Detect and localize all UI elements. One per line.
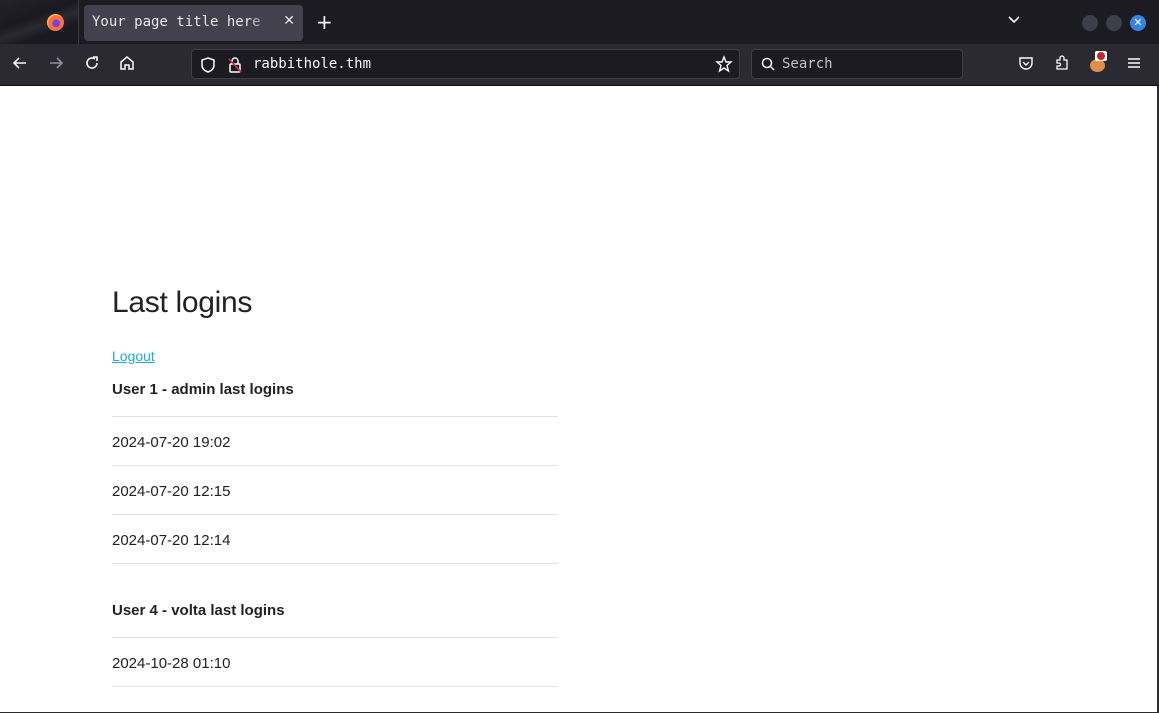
plus-icon[interactable]: + bbox=[316, 10, 333, 34]
shield-icon[interactable] bbox=[200, 56, 216, 79]
login-row: 2024-10-28 01:10 bbox=[112, 638, 558, 687]
login-row: 2024-07-20 12:14 bbox=[112, 515, 558, 564]
menu-icon[interactable] bbox=[1124, 54, 1144, 74]
chevron-down-icon[interactable] bbox=[1007, 12, 1021, 28]
bookmark-star-icon[interactable] bbox=[715, 55, 733, 78]
user-login-section: User 4 - volta last logins 2024-10-28 01… bbox=[112, 590, 558, 687]
url-bar[interactable]: rabbithole.thm bbox=[191, 49, 740, 79]
user-login-section: User 1 - admin last logins 2024-07-20 19… bbox=[112, 369, 558, 564]
home-icon[interactable] bbox=[117, 54, 137, 74]
minimize-button[interactable] bbox=[1082, 15, 1098, 31]
extensions-icon[interactable] bbox=[1052, 54, 1072, 74]
page-viewport: Last logins Logout User 1 - admin last l… bbox=[0, 86, 1159, 713]
url-text[interactable]: rabbithole.thm bbox=[253, 56, 371, 72]
arrow-left-icon[interactable] bbox=[10, 54, 30, 74]
insecure-lock-icon[interactable] bbox=[227, 56, 243, 79]
search-icon bbox=[760, 56, 776, 77]
logout-link[interactable]: Logout bbox=[112, 348, 155, 364]
user-heading: User 1 - admin last logins bbox=[112, 369, 558, 417]
tab-active[interactable]: Your page title here ✕ bbox=[84, 5, 303, 41]
firefox-logo-icon[interactable] bbox=[47, 14, 64, 31]
tab-strip: Your page title here ✕ + ✕ bbox=[0, 0, 1159, 44]
window-close-button[interactable]: ✕ bbox=[1130, 15, 1146, 31]
tabbar-decoration bbox=[0, 0, 79, 44]
user-heading: User 4 - volta last logins bbox=[112, 590, 558, 638]
search-input[interactable]: Search bbox=[782, 56, 833, 72]
reload-icon[interactable] bbox=[82, 54, 102, 74]
nav-toolbar: rabbithole.thm Search bbox=[0, 44, 1159, 86]
arrow-right-icon[interactable] bbox=[46, 54, 66, 74]
ublock-icon[interactable] bbox=[1089, 51, 1109, 74]
maximize-button[interactable] bbox=[1106, 15, 1122, 31]
close-icon[interactable]: ✕ bbox=[283, 13, 295, 29]
tab-title: Your page title here bbox=[92, 14, 261, 30]
login-row: 2024-07-20 12:15 bbox=[112, 466, 558, 515]
search-bar[interactable]: Search bbox=[751, 49, 963, 79]
pocket-icon[interactable] bbox=[1016, 54, 1036, 74]
page-title: Last logins bbox=[112, 286, 253, 319]
login-row: 2024-07-20 19:02 bbox=[112, 417, 558, 466]
